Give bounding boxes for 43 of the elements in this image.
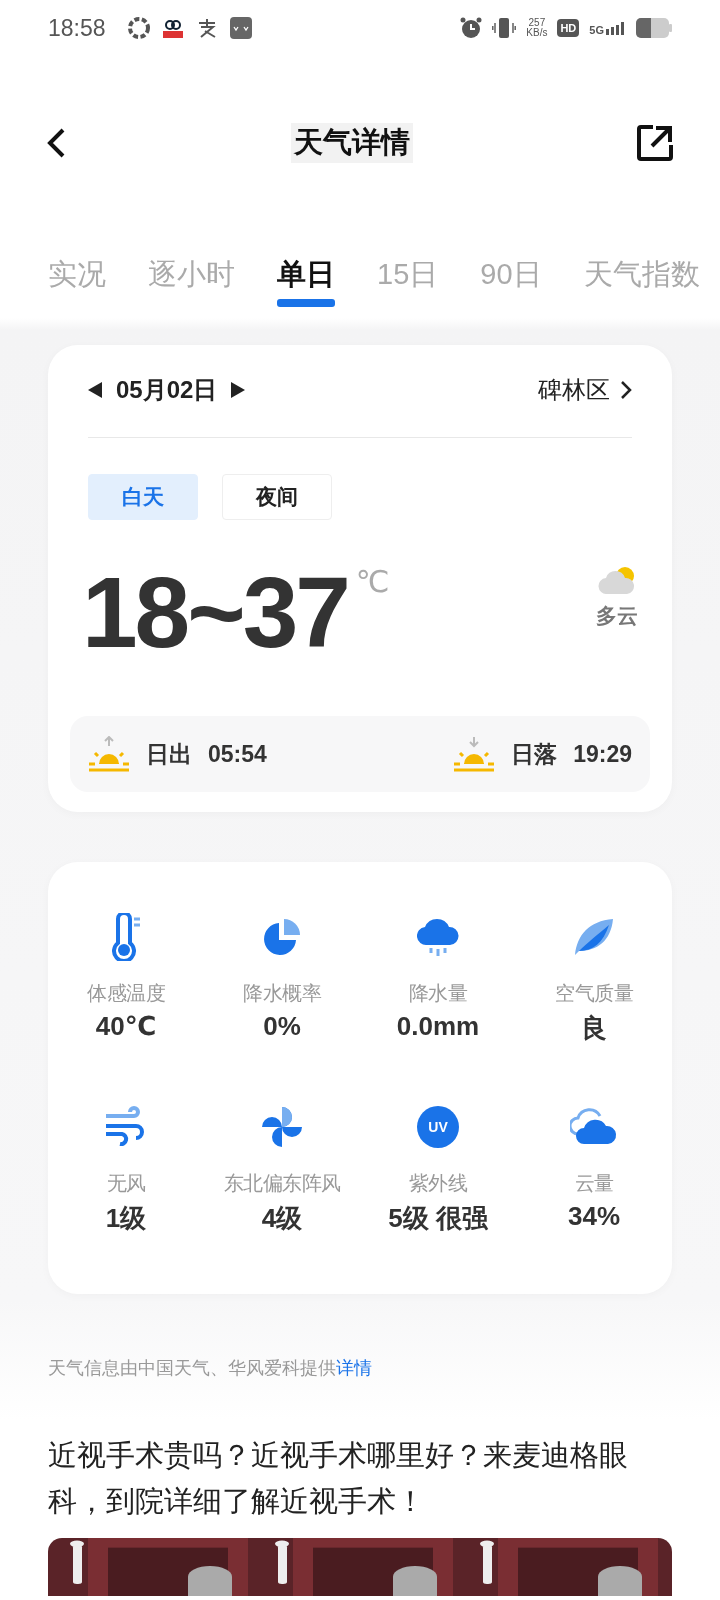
detail-value: 4级: [261, 1202, 303, 1235]
sun-event-time: 05:54: [208, 740, 267, 768]
tab[interactable]: 90日: [480, 255, 542, 307]
detail-label: 东北偏东阵风: [223, 1171, 341, 1196]
sun-event-label: 日出: [146, 739, 192, 769]
sun-event-time: 19:29: [573, 740, 632, 768]
detail-label: 降水概率: [243, 981, 321, 1006]
sun-event-label: 日落: [511, 739, 558, 769]
speed-unit: KB/s: [526, 28, 548, 38]
location-link[interactable]: 碑林区: [538, 374, 610, 406]
page-title: 天气详情: [291, 123, 413, 163]
detail-value: 40℃: [95, 1011, 157, 1042]
detail-label: 云量: [574, 1171, 614, 1196]
detail-value: 34%: [567, 1201, 620, 1232]
tab[interactable]: 天气指数: [583, 255, 700, 307]
temperature-range: 18~37: [82, 562, 348, 662]
detail-value: 5级 很强: [388, 1202, 488, 1235]
ad-headline[interactable]: 近视手术贵吗？近视手术哪里好？来麦迪格眼科，到院详细了解近视手术！: [48, 1432, 672, 1524]
date-label: 05月02日: [116, 375, 218, 405]
details-link[interactable]: 详情: [336, 1356, 372, 1380]
hd-badge: HD: [557, 19, 580, 37]
detail-label: 空气质量: [555, 981, 633, 1006]
tab[interactable]: 实况: [48, 255, 106, 307]
tab[interactable]: 逐小时: [148, 255, 235, 307]
detail-value: 1级: [105, 1202, 147, 1235]
uv-icon: UV: [417, 1106, 459, 1148]
detail-label: 无风: [106, 1171, 146, 1196]
condition-label: 多云: [596, 603, 638, 629]
network-speed: 257: [528, 18, 546, 28]
source-note: 天气信息由中国天气、华风爱科提供: [48, 1357, 336, 1380]
detail-label: 降水量: [408, 981, 468, 1006]
detail-label: 体感温度: [87, 981, 165, 1006]
tab[interactable]: 单日: [277, 255, 335, 307]
detail-value: 0.0mm: [396, 1011, 480, 1042]
detail-value: 良: [581, 1012, 607, 1045]
detail-label: 紫外线: [408, 1171, 468, 1196]
tab[interactable]: 15日: [377, 255, 439, 307]
period-toggle[interactable]: 夜间: [222, 474, 332, 520]
temperature-unit: ℃: [355, 564, 390, 599]
period-toggle[interactable]: 白天: [88, 474, 198, 520]
detail-value: 0%: [263, 1011, 301, 1042]
status-time: 18:58: [48, 14, 106, 42]
network-type: 5G: [589, 25, 604, 35]
